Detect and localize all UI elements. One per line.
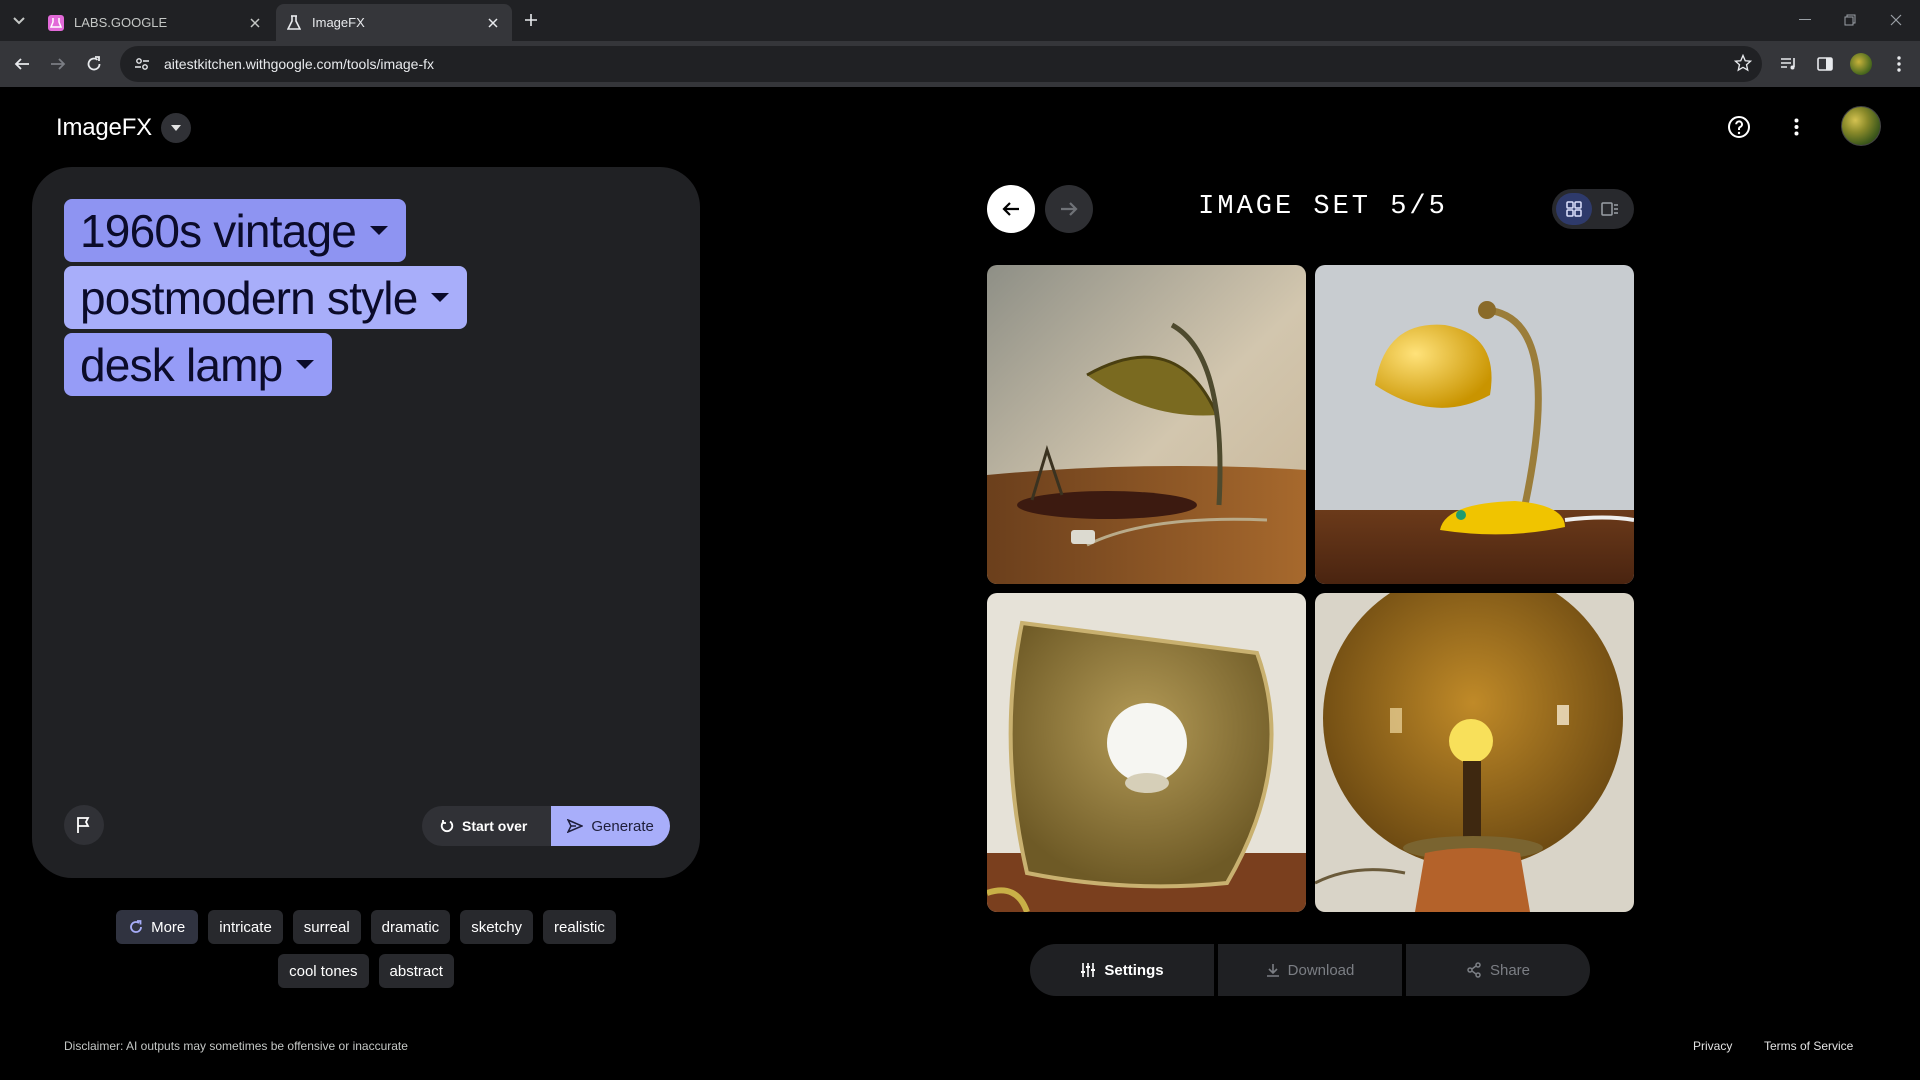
flask-favicon-icon: [286, 14, 302, 31]
app-title: ImageFX: [56, 114, 152, 141]
terms-of-service-link[interactable]: Terms of Service: [1764, 1039, 1853, 1053]
image-actions: Settings Download Share: [1030, 944, 1590, 996]
restart-icon: [440, 819, 454, 833]
generated-image-brass-triangle-lamp[interactable]: [987, 593, 1306, 912]
generate-button[interactable]: Generate: [551, 806, 670, 846]
next-set-button[interactable]: [1045, 185, 1093, 233]
start-over-label: Start over: [462, 818, 528, 834]
browser-toolbar: aitestkitchen.withgoogle.com/tools/image…: [0, 41, 1920, 87]
prompt-chip[interactable]: 1960s vintage: [64, 199, 407, 262]
close-window-icon[interactable]: [1883, 8, 1909, 32]
suggestion-chip[interactable]: dramatic: [370, 910, 451, 944]
download-button[interactable]: Download: [1218, 944, 1402, 996]
start-over-button[interactable]: Start over: [422, 806, 552, 846]
prompt-chip[interactable]: desk lamp: [64, 333, 333, 396]
media-controls-icon[interactable]: [1776, 51, 1802, 77]
generated-image-olive-dome-lamp[interactable]: [987, 265, 1306, 584]
back-arrow-icon[interactable]: [8, 50, 36, 78]
chip-dropdown-caret-icon: [431, 293, 450, 302]
chip-label: postmodern style: [80, 271, 418, 324]
suggestion-chip[interactable]: surreal: [292, 910, 361, 944]
settings-label: Settings: [1104, 961, 1164, 979]
tab-search-chevron-icon[interactable]: [7, 9, 31, 33]
flag-icon: [77, 817, 90, 833]
carousel-view-icon[interactable]: [1592, 193, 1628, 225]
profile-avatar-icon[interactable]: [1848, 51, 1874, 77]
tab-title: ImageFX: [312, 15, 365, 30]
arrow-right-icon: [1061, 202, 1078, 216]
suggestion-chip[interactable]: sketchy: [460, 910, 534, 944]
suggestion-chip[interactable]: intricate: [208, 910, 283, 944]
more-options-kebab-icon[interactable]: [1781, 112, 1811, 142]
suggestion-chip[interactable]: abstract: [378, 954, 454, 988]
address-bar[interactable]: aitestkitchen.withgoogle.com/tools/image…: [120, 46, 1762, 82]
share-button[interactable]: Share: [1406, 944, 1590, 996]
chip-label: 1960s vintage: [80, 204, 357, 257]
disclaimer-text: Disclaimer: AI outputs may sometimes be …: [64, 1039, 408, 1053]
report-flag-button[interactable]: [64, 805, 104, 845]
more-suggestions-button[interactable]: More: [116, 910, 199, 944]
tab-title: LABS.GOOGLE: [74, 15, 168, 30]
bookmark-star-icon[interactable]: [1733, 53, 1753, 77]
labs-favicon-icon: [48, 14, 64, 31]
suggestion-chip[interactable]: cool tones: [278, 954, 369, 988]
share-label: Share: [1489, 961, 1531, 979]
image-grid: [987, 265, 1634, 912]
generate-label: Generate: [591, 817, 654, 835]
more-label: More: [151, 918, 186, 936]
tune-sliders-icon: [1080, 962, 1096, 978]
reload-icon[interactable]: [80, 50, 108, 78]
download-label: Download: [1287, 961, 1355, 979]
close-tab-icon[interactable]: [246, 14, 264, 32]
share-icon: [1466, 962, 1482, 978]
chip-label: desk lamp: [80, 338, 283, 391]
browser-tab-bar: LABS.GOOGLE ImageFX: [0, 0, 1920, 41]
close-tab-icon[interactable]: [484, 14, 502, 32]
grid-view-icon[interactable]: [1556, 193, 1592, 225]
app-switcher-dropdown-icon[interactable]: [160, 113, 191, 143]
settings-button[interactable]: Settings: [1030, 944, 1214, 996]
privacy-link[interactable]: Privacy: [1693, 1039, 1732, 1053]
arrow-left-icon: [1002, 202, 1019, 216]
previous-set-button[interactable]: [987, 185, 1035, 233]
download-icon: [1266, 963, 1280, 977]
suggestion-chips: More intricate surreal dramatic sketchy …: [0, 910, 732, 998]
browser-tab-labs-google[interactable]: LABS.GOOGLE: [38, 4, 274, 41]
view-mode-toggle: [1552, 189, 1634, 229]
chip-dropdown-caret-icon: [296, 360, 315, 369]
forward-arrow-icon[interactable]: [44, 50, 72, 78]
refresh-icon: [129, 920, 143, 934]
generated-image-amber-globe-lamp[interactable]: [1315, 593, 1634, 912]
prompt-chip[interactable]: postmodern style: [64, 266, 468, 329]
user-avatar[interactable]: [1841, 106, 1881, 146]
generated-image-yellow-dome-lamp[interactable]: [1315, 265, 1634, 584]
chip-dropdown-caret-icon: [370, 226, 389, 235]
side-panel-icon[interactable]: [1812, 51, 1838, 77]
suggestion-chip[interactable]: realistic: [543, 910, 616, 944]
browser-tab-imagefx[interactable]: ImageFX: [276, 4, 512, 41]
site-info-icon[interactable]: [132, 54, 152, 74]
url-text: aitestkitchen.withgoogle.com/tools/image…: [164, 56, 435, 72]
prompt-editor-card: 1960s vintage postmodern style desk lamp…: [32, 167, 700, 878]
prompt-actions: Start over Generate: [422, 806, 670, 846]
restore-window-icon[interactable]: [1837, 8, 1863, 32]
browser-menu-kebab-icon[interactable]: [1886, 51, 1912, 77]
send-sparkle-icon: [567, 819, 584, 833]
new-tab-plus-icon[interactable]: [520, 9, 542, 31]
help-icon[interactable]: [1724, 112, 1754, 142]
app-brand: ImageFX: [56, 113, 191, 143]
prompt-chips: 1960s vintage postmodern style desk lamp: [64, 199, 468, 400]
image-set-title: IMAGE SET 5/5: [1198, 192, 1448, 222]
minimize-window-icon[interactable]: [1792, 8, 1818, 32]
